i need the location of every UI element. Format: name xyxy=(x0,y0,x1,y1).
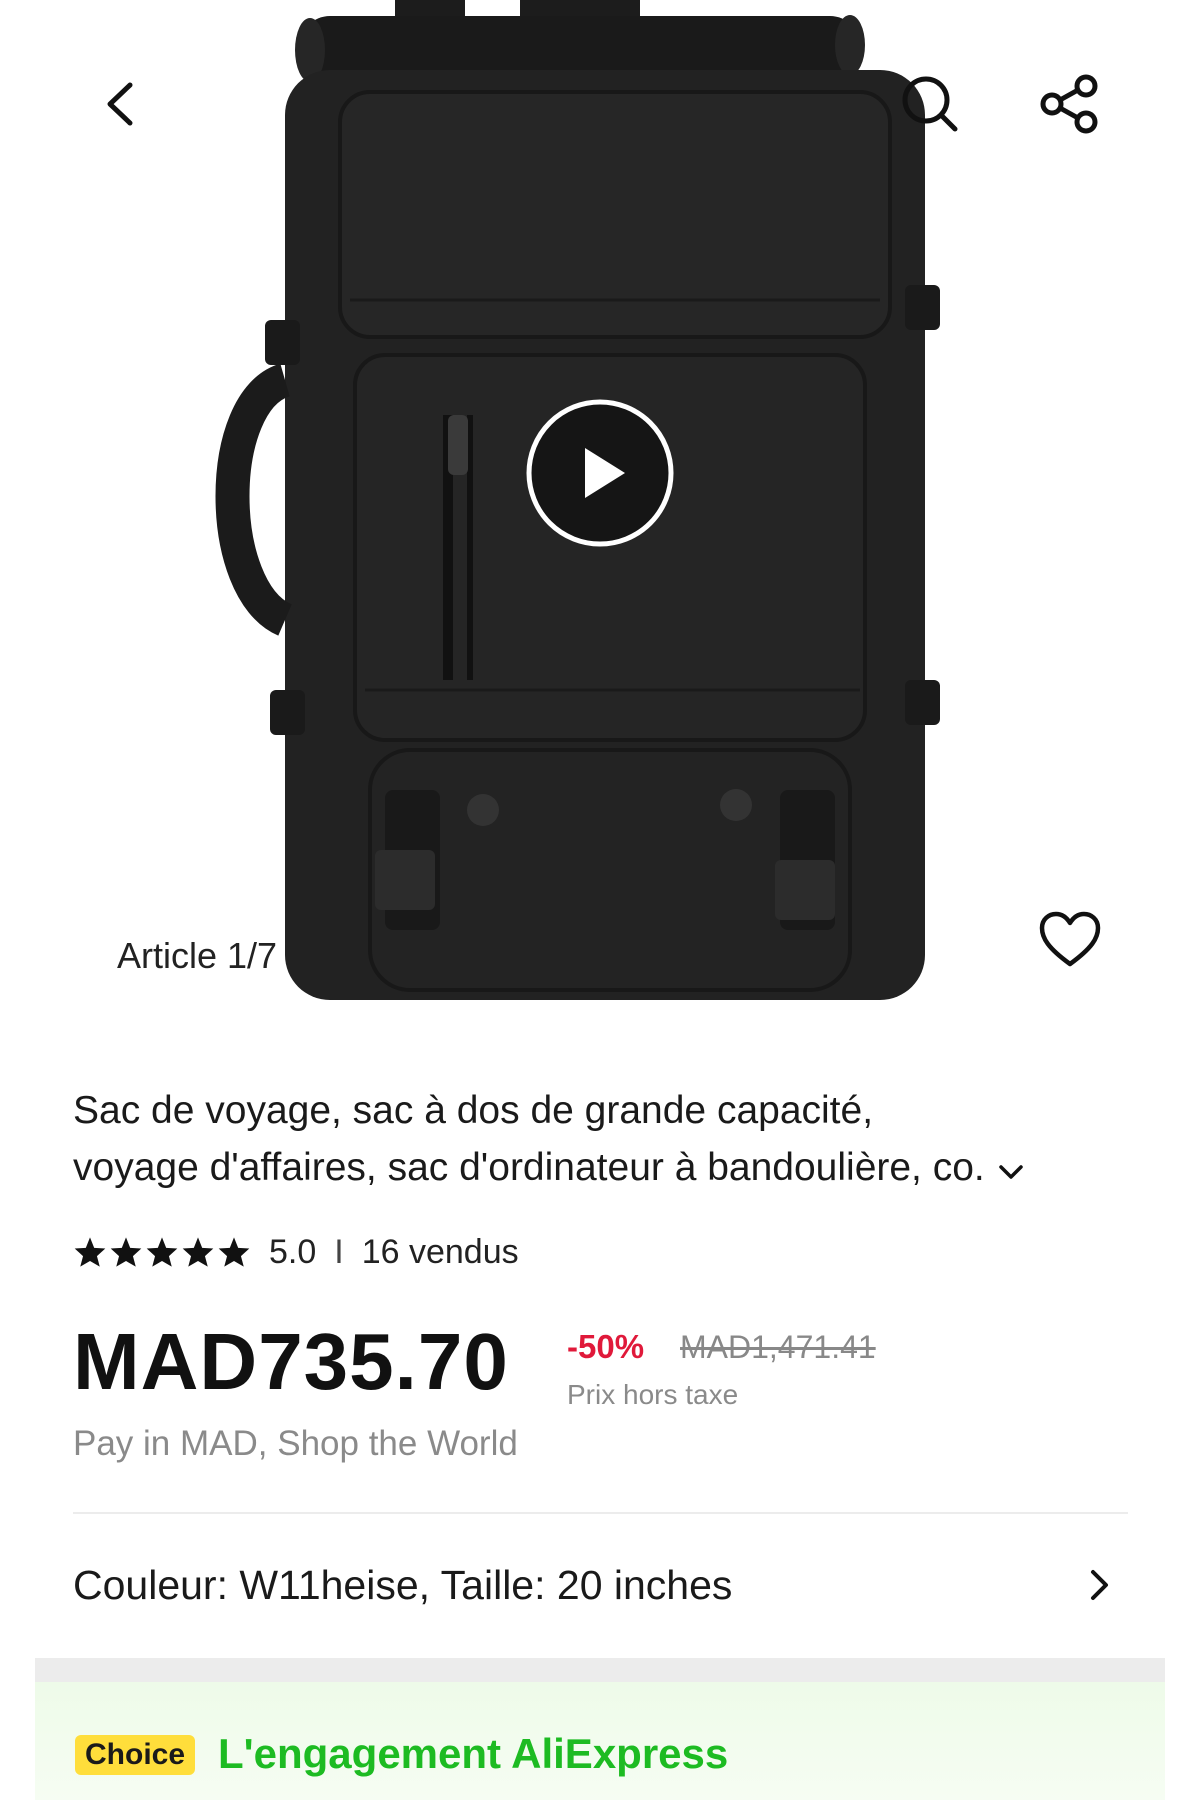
tax-note: Prix hors taxe xyxy=(567,1379,739,1410)
star-icon xyxy=(218,1237,250,1267)
discount-badge: -50% xyxy=(567,1328,645,1365)
section-separator xyxy=(35,1658,1165,1682)
current-price: MAD735.70 xyxy=(73,1317,509,1406)
heart-icon xyxy=(1039,911,1101,967)
star-icon xyxy=(110,1237,142,1267)
pay-note: Pay in MAD, Shop the World xyxy=(73,1424,518,1463)
chevron-right-icon xyxy=(1085,1562,1115,1613)
share-button[interactable] xyxy=(1030,64,1110,144)
sold-count: 16 vendus xyxy=(361,1232,519,1271)
back-button[interactable] xyxy=(80,64,160,144)
choice-title[interactable]: L'engagement AliExpress xyxy=(218,1730,728,1778)
divider xyxy=(73,1512,1128,1514)
star-icon xyxy=(74,1237,106,1267)
product-title-line2: voyage d'affaires, sac d'ordinateur à ba… xyxy=(73,1146,985,1189)
product-title[interactable]: Sac de voyage, sac à dos de grande capac… xyxy=(73,1082,1133,1198)
play-video-button[interactable] xyxy=(525,398,675,548)
share-icon xyxy=(1040,74,1098,134)
star-rating xyxy=(73,1236,251,1268)
choice-badge: Choice xyxy=(75,1735,196,1775)
variant-label: Couleur: W11heise, Taille: 20 inches xyxy=(73,1562,733,1608)
chevron-left-icon xyxy=(107,82,133,126)
wishlist-button[interactable] xyxy=(1030,900,1110,980)
variant-selector[interactable]: Couleur: W11heise, Taille: 20 inches xyxy=(0,1540,1200,1630)
product-title-line1: Sac de voyage, sac à dos de grande capac… xyxy=(73,1089,874,1132)
rating-row[interactable]: 5.0 I 16 vendus xyxy=(73,1228,519,1276)
rating-value: 5.0 xyxy=(269,1232,317,1271)
original-price: MAD1,471.41 xyxy=(680,1329,876,1365)
gallery-counter: Article 1/7 xyxy=(117,935,278,976)
star-icon xyxy=(146,1237,178,1267)
star-icon xyxy=(182,1237,214,1267)
search-icon xyxy=(902,76,958,132)
play-icon xyxy=(526,399,674,547)
chevron-down-icon[interactable] xyxy=(998,1141,1024,1198)
search-button[interactable] xyxy=(890,64,970,144)
rating-separator: I xyxy=(334,1232,344,1271)
